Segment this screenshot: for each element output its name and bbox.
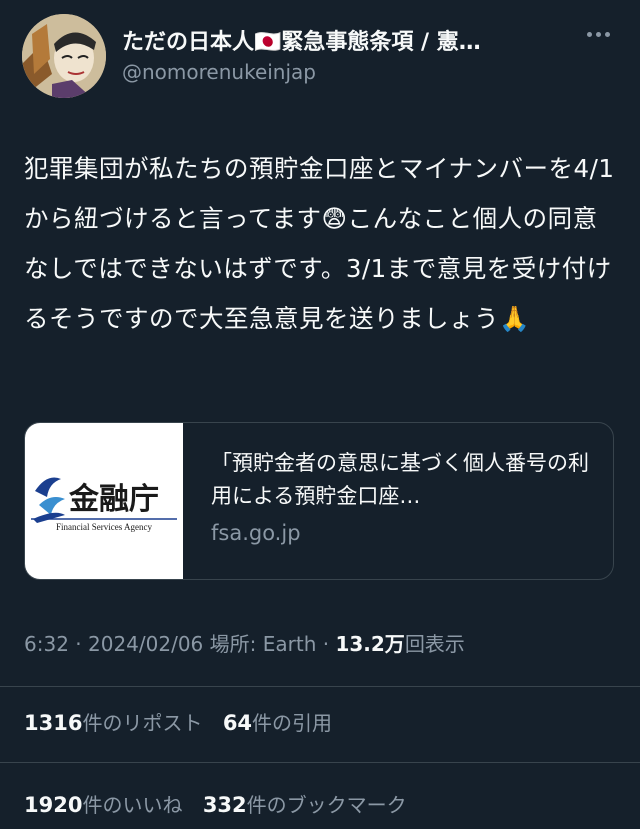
- author-handle[interactable]: @nomorenukeinjap: [122, 60, 316, 84]
- more-icon[interactable]: [578, 22, 618, 46]
- tweet-text: 犯罪集団が私たちの預貯金口座とマイナンバーを4/1から紐づけると言ってます😨こん…: [24, 154, 615, 333]
- reposts-label: 件のリポスト: [82, 711, 203, 735]
- likes-count: 1920: [24, 793, 83, 817]
- views-label: 回表示: [404, 632, 465, 656]
- more-dot: [604, 31, 610, 37]
- avatar[interactable]: [22, 14, 106, 98]
- reposts-stat[interactable]: 1316件のリポスト: [24, 711, 202, 735]
- author-display-name[interactable]: ただの日本人🇯🇵緊急事態条項 / 憲…: [122, 24, 562, 56]
- quotes-stat[interactable]: 64件の引用: [223, 711, 332, 735]
- card-title[interactable]: 「預貯金者の意思に基づく個人番号の利用による預貯金口座…: [211, 447, 591, 513]
- card-thumbnail: 金融庁 Financial Services Agency: [25, 423, 183, 579]
- bookmarks-label: 件のブックマーク: [246, 793, 407, 817]
- link-card[interactable]: 金融庁 Financial Services Agency 「預貯金者の意思に基…: [24, 422, 614, 580]
- tweet-date[interactable]: 2024/02/06: [88, 632, 203, 656]
- card-domain: fsa.go.jp: [211, 521, 301, 545]
- reposts-count: 1316: [24, 711, 83, 735]
- divider: [0, 762, 640, 763]
- likes-label: 件のいいね: [82, 793, 183, 817]
- fsa-logo-text: 金融庁: [68, 482, 159, 517]
- bookmarks-count: 332: [202, 793, 247, 817]
- more-dot: [595, 31, 601, 37]
- more-dot: [586, 31, 592, 37]
- likes-stat[interactable]: 1920件のいいね: [24, 793, 182, 817]
- divider: [0, 686, 640, 687]
- tweet-location: 場所: Earth: [209, 632, 317, 656]
- fsa-logo-subtext: Financial Services Agency: [56, 522, 152, 532]
- quotes-label: 件の引用: [252, 711, 333, 735]
- tweet-time[interactable]: 6:32: [24, 632, 69, 656]
- meta-separator: ·: [75, 632, 88, 656]
- bookmarks-stat[interactable]: 332件のブックマーク: [203, 793, 407, 817]
- quotes-count: 64: [222, 711, 253, 735]
- stats-row-likes: 1920件のいいね 332件のブックマーク: [24, 789, 407, 818]
- meta-separator: ·: [322, 632, 336, 656]
- tweet-meta: 6:32 · 2024/02/06 場所: Earth · 13.2万回表示: [24, 628, 465, 657]
- fsa-logo-mark: [33, 477, 65, 523]
- stats-row-reposts: 1316件のリポスト 64件の引用: [24, 707, 332, 736]
- views-count: 13.2万: [335, 632, 405, 656]
